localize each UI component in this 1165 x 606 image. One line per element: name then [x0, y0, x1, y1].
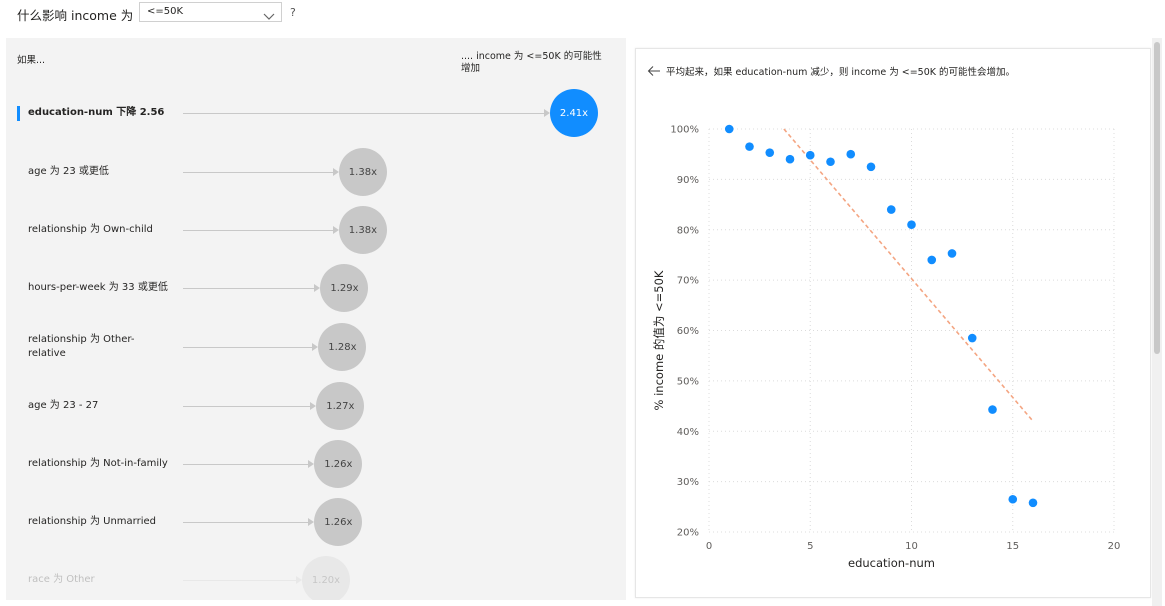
data-point[interactable] [967, 333, 977, 343]
influencer-row[interactable]: education-num 下降 2.56 2.41x [6, 88, 626, 138]
data-point[interactable] [826, 157, 835, 167]
influencer-row[interactable]: age 为 23 或更低 1.38x [6, 147, 626, 197]
influencer-row[interactable]: relationship 为 Unmarried 1.26x [6, 497, 626, 547]
influencer-label: relationship 为 Not-in-family [28, 458, 168, 469]
x-tick-label: 5 [807, 541, 813, 552]
trend-line [783, 128, 1034, 422]
influence-bubble[interactable]: 1.38x [338, 206, 387, 254]
connector-line [183, 464, 309, 465]
data-point[interactable] [866, 162, 876, 172]
influencer-label: relationship 为 Unmarried [28, 516, 156, 527]
influencer-label: age 为 23 或更低 [28, 166, 109, 177]
key-influencers-header: 什么影响 income 为 <=50K ? [0, 0, 1165, 26]
scatter-chart: 20% 30% 40% 50% 60% 70% 80% 90% 100% 0 5 10 15 20 educ… [652, 124, 1121, 571]
influencers-panel: 如果... .... income 为 <=50K 的可能性增加 educati… [6, 38, 626, 600]
influence-bubble[interactable]: 1.29x [320, 264, 369, 312]
connector-line [183, 522, 309, 523]
data-point[interactable] [907, 220, 916, 230]
data-point[interactable] [805, 150, 815, 160]
influencer-row[interactable]: relationship 为 Not-in-family 1.26x [6, 439, 626, 489]
data-point[interactable] [1008, 494, 1018, 504]
data-point[interactable] [1028, 498, 1038, 508]
connector-line [183, 406, 311, 407]
chevron-down-icon [263, 7, 275, 26]
vertical-scrollbar[interactable] [1152, 38, 1162, 606]
x-axis-title: education-num [848, 556, 935, 570]
selected-marker [17, 106, 20, 121]
influencer-label: hours-per-week 为 33 或更低 [28, 282, 168, 293]
influencer-label: age 为 23 - 27 [28, 400, 99, 411]
y-tick-label: 100% [670, 125, 699, 136]
x-tick-label: 10 [905, 541, 918, 552]
influence-bubble[interactable]: 1.26x [314, 440, 363, 488]
y-tick-label: 80% [677, 225, 699, 236]
data-point[interactable] [947, 249, 957, 258]
y-tick-label: 50% [677, 376, 699, 387]
x-tick-label: 15 [1006, 541, 1019, 552]
connector-line [183, 580, 296, 581]
target-value-dropdown[interactable]: <=50K [139, 2, 282, 22]
y-tick-label: 30% [677, 477, 699, 488]
help-icon[interactable]: ? [290, 6, 296, 19]
data-point[interactable] [785, 154, 795, 164]
question-label: 什么影响 income 为 [17, 8, 134, 23]
y-tick-label: 60% [677, 326, 699, 337]
y-axis-title: % income 的值为 <=50K [652, 270, 666, 410]
y-tick-label: 70% [677, 276, 699, 287]
influencer-label: race 为 Other [28, 574, 95, 585]
influencer-row[interactable]: hours-per-week 为 33 或更低 1.29x [6, 263, 626, 313]
data-point[interactable] [745, 142, 754, 151]
data-point[interactable] [927, 255, 937, 265]
influencer-row[interactable]: relationship 为 Other-relative 1.28x [6, 322, 626, 372]
y-tick-label: 20% [677, 528, 699, 539]
influencer-row[interactable]: race 为 Other 1.20x [6, 555, 626, 600]
connector-line [183, 347, 313, 348]
data-point[interactable] [988, 405, 997, 414]
data-point[interactable] [846, 149, 856, 159]
connector-arrowhead [332, 226, 339, 234]
column-header-if: 如果... [17, 55, 46, 66]
data-point[interactable] [724, 124, 734, 134]
connector-arrowhead [332, 168, 339, 176]
influencer-label: relationship 为 Own-child [28, 224, 153, 235]
influencer-detail-panel: 平均起来，如果 education-num 减少，则 income 为 <=50… [635, 48, 1151, 598]
influencer-row[interactable]: age 为 23 - 27 1.27x [6, 381, 626, 431]
influence-bubble[interactable]: 1.27x [316, 382, 365, 430]
connector-line [183, 230, 333, 231]
influence-bubble[interactable]: 1.26x [314, 498, 363, 546]
y-tick-label: 90% [677, 175, 699, 186]
data-point[interactable] [765, 148, 775, 157]
influencer-label: education-num 下降 2.56 [28, 107, 165, 118]
y-tick-label: 40% [677, 427, 699, 438]
x-tick-label: 20 [1108, 541, 1121, 552]
influence-bubble[interactable]: 1.20x [302, 556, 350, 600]
connector-line [183, 172, 333, 173]
x-tick-label: 0 [706, 541, 712, 552]
influence-bubble[interactable]: 2.41x [550, 89, 598, 137]
influence-bubble[interactable]: 1.38x [338, 148, 387, 196]
dropdown-value: <=50K [147, 6, 184, 17]
column-header-then: .... income 为 <=50K 的可能性增加 [461, 51, 602, 74]
data-point[interactable] [886, 205, 896, 214]
scrollbar-thumb[interactable] [1154, 42, 1160, 354]
influence-bubble[interactable]: 1.28x [318, 323, 367, 371]
influencer-label: relationship 为 Other-relative [28, 334, 135, 359]
connector-line [183, 288, 315, 289]
influencer-row[interactable]: relationship 为 Own-child 1.38x [6, 205, 626, 255]
connector-line [183, 113, 544, 114]
